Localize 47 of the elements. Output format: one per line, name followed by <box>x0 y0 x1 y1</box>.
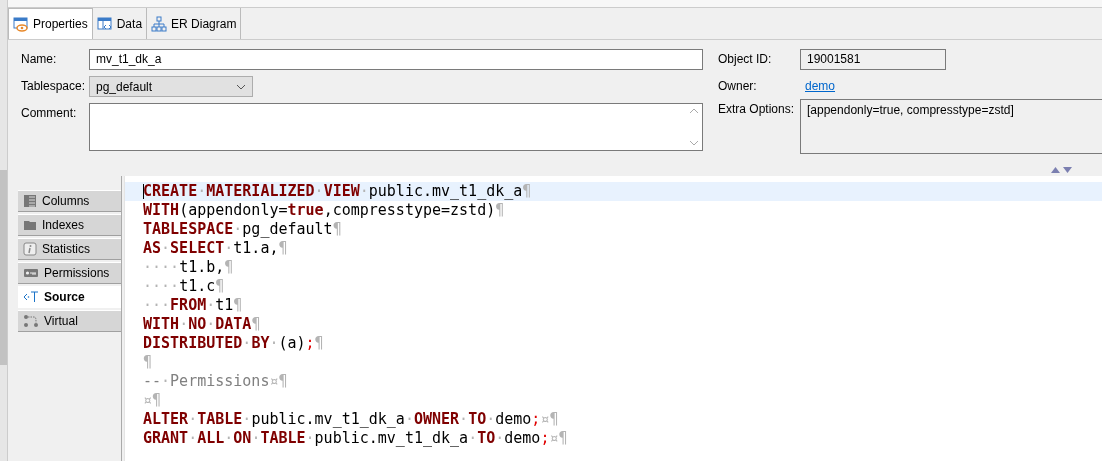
scroll-up-icon[interactable] <box>688 108 699 114</box>
code-line: ····t1.b,¶ <box>142 258 235 277</box>
info-icon <box>23 242 37 256</box>
hierarchy-icon <box>151 15 168 32</box>
name-field[interactable]: mv_t1_dk_a <box>89 49 703 70</box>
scrollbar-thumb[interactable] <box>0 170 7 365</box>
tablespace-dropdown[interactable]: pg_default <box>89 76 253 97</box>
grid-icon <box>96 15 113 32</box>
code-line: ···FROM·t1¶ <box>142 296 244 315</box>
properties-icon <box>13 16 29 32</box>
comment-field[interactable] <box>89 103 703 151</box>
field-label: Tablespace: <box>21 78 87 95</box>
side-tab[interactable]: Source <box>18 286 121 308</box>
code-line: GRANT·ALL·ON·TABLE·public.mv_t1_dk_a·TO·demo;¤¶ <box>142 429 569 448</box>
code-line: --·Permissions¤¶ <box>142 372 289 391</box>
side-tab[interactable]: Virtual <box>18 310 121 332</box>
field-label: Object ID: <box>718 51 773 68</box>
code-line: ¤¶ <box>142 391 163 410</box>
field-label: Comment: <box>21 105 78 122</box>
code-line: WITH·NO·DATA¶ <box>142 315 262 334</box>
object-id-field: 19001581 <box>800 49 946 70</box>
side-tab[interactable]: Permissions <box>18 262 121 284</box>
folder-icon <box>23 218 37 232</box>
side-tab[interactable]: Statistics <box>18 238 121 260</box>
down-arrow-icon[interactable] <box>1063 167 1072 173</box>
code-line: AS·SELECT·t1.a,¶ <box>142 239 289 258</box>
code-line: ¶ <box>142 353 154 372</box>
extra-options-field: [appendonly=true, compresstype=zstd] <box>800 99 1102 154</box>
code-line: WITH(appendonly=true,compresstype=zstd)¶ <box>142 201 506 220</box>
scroll-down-icon[interactable] <box>688 140 699 146</box>
code-line: DISTRIBUTED·BY·(a);¶ <box>142 334 325 353</box>
code-line: TABLESPACE·pg_default¶ <box>142 220 343 239</box>
code-line: ALTER·TABLE·public.mv_t1_dk_a·OWNER·TO·demo;¤¶ <box>142 410 560 429</box>
owner-link[interactable]: demo <box>800 76 836 93</box>
key-icon <box>23 266 39 280</box>
columns-icon <box>23 194 37 208</box>
virtual-icon <box>23 314 39 328</box>
tab[interactable]: Properties <box>8 8 93 39</box>
field-label: Name: <box>21 51 58 68</box>
code-line: ····t1.c¶ <box>142 277 226 296</box>
side-tab[interactable]: Indexes <box>18 214 121 236</box>
side-tab[interactable]: Columns <box>18 190 121 212</box>
up-arrow-icon[interactable] <box>1051 167 1060 173</box>
field-label: Owner: <box>718 78 758 93</box>
chevron-down-icon <box>236 83 246 90</box>
source-icon <box>23 290 39 304</box>
field-label: Extra Options: <box>718 101 796 118</box>
